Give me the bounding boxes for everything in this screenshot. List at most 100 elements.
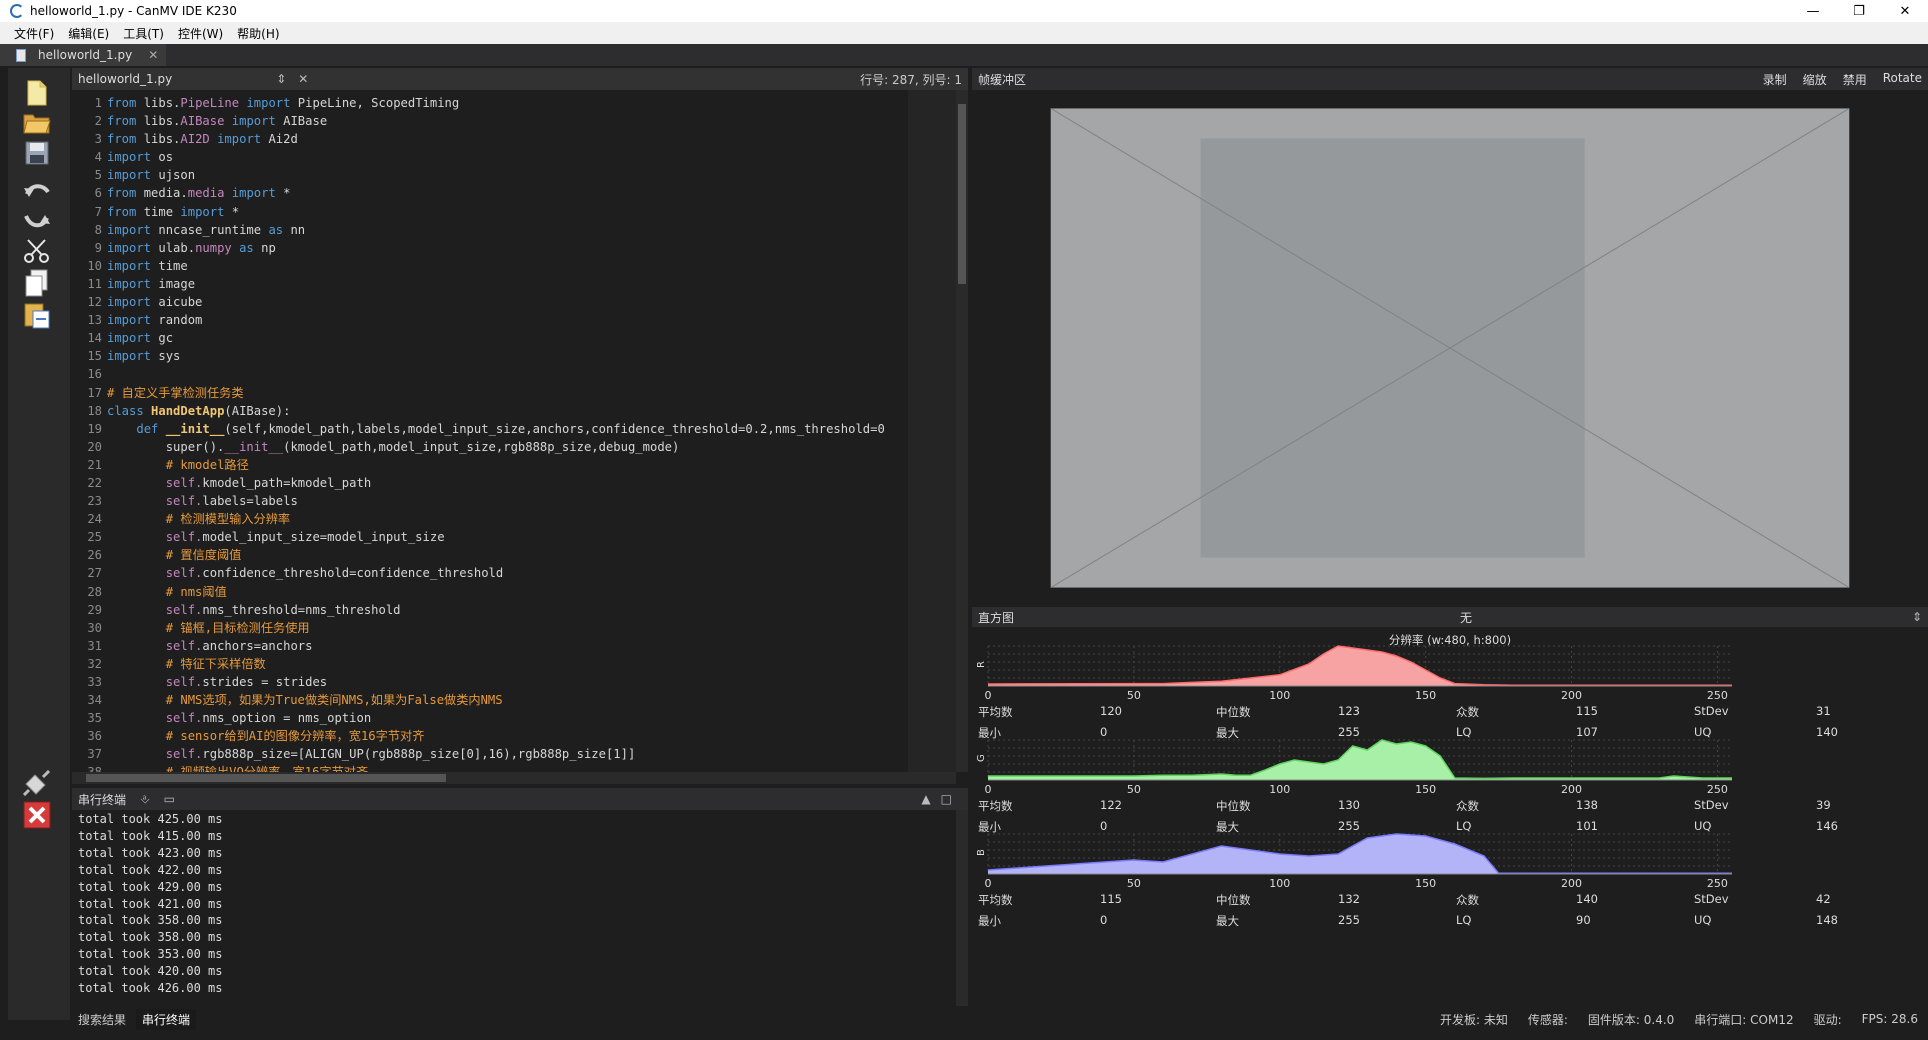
code-line[interactable]: ​ <box>107 365 956 383</box>
code-line[interactable]: self.anchors=anchors <box>107 637 956 655</box>
code-line[interactable]: self.kmodel_path=kmodel_path <box>107 474 956 492</box>
menu-tools[interactable]: 工具(T) <box>123 25 164 42</box>
menu-widgets[interactable]: 控件(W) <box>178 25 223 42</box>
code-line[interactable]: super().__init__(kmodel_path,model_input… <box>107 438 956 456</box>
stat-row: 最小 0 最大 255 LQ 90 UQ 148 <box>972 913 1928 931</box>
editor-horizontal-scrollbar[interactable] <box>72 772 956 784</box>
line-number: 31 <box>87 638 102 653</box>
terminal-clear-icon[interactable]: ⎀ <box>140 792 150 807</box>
undo-icon[interactable] <box>22 176 52 206</box>
code-line[interactable]: self.nms_threshold=nms_threshold <box>107 601 956 619</box>
tab-serial-terminal[interactable]: 串行终端 <box>136 1008 197 1030</box>
editor-vertical-scrollbar[interactable] <box>956 90 968 772</box>
close-editor-icon[interactable]: ✕ <box>298 72 308 86</box>
editor-hscroll-thumb[interactable] <box>86 774 446 782</box>
menu-file[interactable]: 文件(F) <box>14 25 54 42</box>
code-line[interactable]: # 锚框,目标检测任务使用 <box>107 619 956 637</box>
stop-icon[interactable] <box>22 800 52 830</box>
terminal-save-icon[interactable]: ▭ <box>164 792 175 806</box>
app-icon <box>10 4 24 18</box>
editor-filename[interactable]: helloworld_1.py <box>78 72 172 86</box>
code-line[interactable]: # 视频输出VO分辨率，宽16字节对齐 <box>107 763 956 772</box>
line-number: 19 <box>87 421 102 436</box>
code-line[interactable]: import nncase_runtime as nn <box>107 221 956 239</box>
code-line[interactable]: import random <box>107 311 956 329</box>
new-file-icon[interactable] <box>22 78 52 108</box>
code-line[interactable]: # 特征下采样倍数 <box>107 655 956 673</box>
histogram-mode-spinner-icon[interactable]: ⇕ <box>1912 610 1922 624</box>
histogram-mode-select[interactable]: 无 <box>1460 609 1472 626</box>
menu-edit[interactable]: 编辑(E) <box>68 25 109 42</box>
tab-search-results[interactable]: 搜索结果 <box>72 1009 132 1030</box>
close-tab-icon[interactable]: ✕ <box>148 48 158 62</box>
code-line[interactable]: from media.media import * <box>107 184 956 202</box>
code-line[interactable]: import ujson <box>107 166 956 184</box>
line-number: 27 <box>87 566 102 581</box>
code-line[interactable]: self.confidence_threshold=confidence_thr… <box>107 564 956 582</box>
histogram-area-r <box>988 646 1732 686</box>
redo-icon[interactable] <box>22 206 52 236</box>
histogram-title: 直方图 <box>978 610 1015 625</box>
code-line[interactable]: # 自定义手掌检测任务类 <box>107 384 956 402</box>
terminal-line: total took 422.00 ms <box>78 862 223 877</box>
code-line[interactable]: import ulab.numpy as np <box>107 239 956 257</box>
code-line[interactable]: import gc <box>107 329 956 347</box>
code-line[interactable]: # nms阈值 <box>107 583 956 601</box>
copy-icon[interactable] <box>22 268 52 298</box>
fps-status: FPS: 28.6 <box>1861 1012 1918 1026</box>
code-editor[interactable]: 1 2 3 4 5 6 7 8 9 10 11 12 13 14 15 16 17 18 19 20 21 22 23 24 2… <box>72 90 956 772</box>
paste-icon[interactable] <box>22 300 52 330</box>
code-line[interactable]: from time import * <box>107 203 956 221</box>
code-line[interactable]: from libs.AIBase import AIBase <box>107 112 956 130</box>
cut-icon[interactable] <box>22 236 52 266</box>
file-switch-icon[interactable]: ⇕ <box>276 72 286 86</box>
histogram-b: B 0 50 100 150 200 250 <box>972 826 1928 888</box>
terminal-scrollbar[interactable] <box>956 810 968 1006</box>
firmware-status: 固件版本: 0.4.0 <box>1587 1012 1675 1027</box>
code-minimap[interactable] <box>908 90 956 772</box>
code-line[interactable]: self.model_input_size=model_input_size <box>107 528 956 546</box>
terminal-panel-controls[interactable]: ▲□ <box>921 792 962 806</box>
record-button[interactable]: 录制 <box>1763 71 1787 88</box>
save-icon[interactable] <box>22 138 52 168</box>
file-tab[interactable]: helloworld_1.py ✕ <box>0 44 167 66</box>
code-line[interactable]: # 检测模型输入分辨率 <box>107 510 956 528</box>
histogram-stat-label: 最小 <box>978 914 1001 928</box>
framebuffer-title: 帧缓冲区 <box>978 72 1027 87</box>
line-number: 16 <box>87 367 102 382</box>
code-line[interactable]: from libs.AI2D import Ai2d <box>107 130 956 148</box>
code-line[interactable]: import sys <box>107 347 956 365</box>
code-line[interactable]: # NMS选项，如果为True做类间NMS,如果为False做类内NMS <box>107 691 956 709</box>
histogram-stat-label: UQ <box>1694 913 1712 927</box>
code-line[interactable]: def __init__(self,kmodel_path,labels,mod… <box>107 420 956 438</box>
code-line[interactable]: import aicube <box>107 293 956 311</box>
code-line[interactable]: import time <box>107 257 956 275</box>
open-folder-icon[interactable] <box>22 108 52 138</box>
code-line[interactable]: self.rgb888p_size=[ALIGN_UP(rgb888p_size… <box>107 745 956 763</box>
rotate-button[interactable]: Rotate <box>1883 71 1922 88</box>
code-line[interactable]: import os <box>107 148 956 166</box>
maximize-button[interactable]: ❐ <box>1836 0 1882 22</box>
editor-vscroll-thumb[interactable] <box>958 104 966 284</box>
sensor-status: 传感器: <box>1527 1012 1568 1027</box>
connect-icon[interactable] <box>22 768 52 798</box>
code-line[interactable]: self.labels=labels <box>107 492 956 510</box>
code-line[interactable]: # sensor给到AI的图像分辨率，宽16字节对齐 <box>107 727 956 745</box>
line-number: 3 <box>94 132 102 147</box>
code-line[interactable]: self.strides = strides <box>107 673 956 691</box>
code-line[interactable]: # 置信度阈值 <box>107 546 956 564</box>
close-window-button[interactable]: ✕ <box>1882 0 1928 22</box>
code-line[interactable]: self.nms_option = nms_option <box>107 709 956 727</box>
code-line[interactable]: # kmodel路径 <box>107 456 956 474</box>
code-line[interactable]: from libs.PipeLine import PipeLine, Scop… <box>107 94 956 112</box>
code-line[interactable]: class HandDetApp(AIBase): <box>107 402 956 420</box>
disable-button[interactable]: 禁用 <box>1843 71 1867 88</box>
line-number: 24 <box>87 512 102 527</box>
menu-help[interactable]: 帮助(H) <box>237 25 279 42</box>
stat-median: 132 <box>1338 892 1360 906</box>
zoom-button[interactable]: 缩放 <box>1803 71 1827 88</box>
minimize-button[interactable]: — <box>1790 0 1836 22</box>
code-line[interactable]: import image <box>107 275 956 293</box>
code-area[interactable]: from libs.PipeLine import PipeLine, Scop… <box>107 94 956 772</box>
image-placeholder <box>1051 108 1849 588</box>
